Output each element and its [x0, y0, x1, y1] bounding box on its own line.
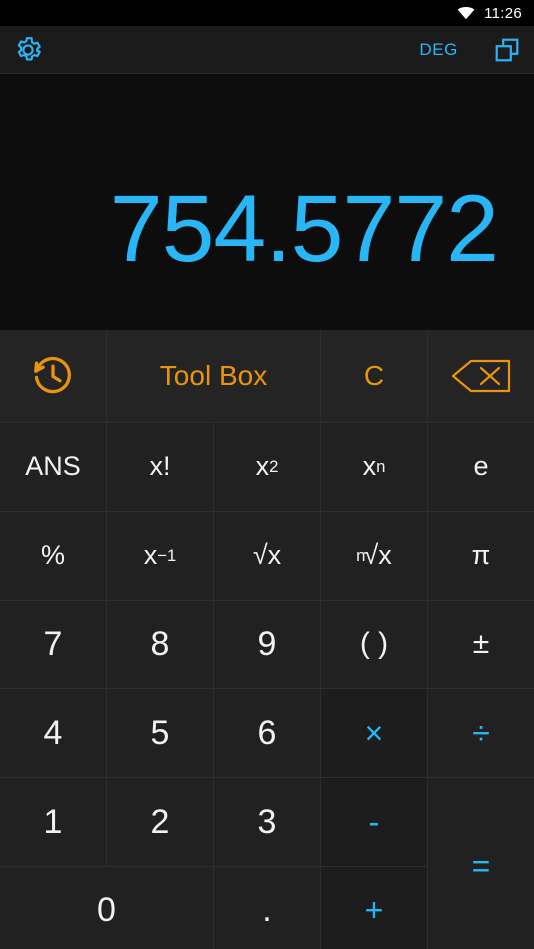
key-percent[interactable]: % — [0, 511, 106, 600]
key-0[interactable]: 0 — [0, 866, 213, 949]
backspace-icon — [450, 356, 512, 396]
key-1[interactable]: 1 — [0, 778, 106, 866]
display-area[interactable]: 754.5772 85÷9+6!+8×π — [0, 74, 534, 329]
tool-box-button[interactable]: Tool Box — [107, 330, 320, 422]
clear-button[interactable]: C — [321, 330, 427, 422]
status-bar: 11:26 — [0, 0, 534, 26]
key-parentheses[interactable]: ( ) — [321, 600, 427, 689]
key-label: x — [255, 451, 270, 482]
key-7[interactable]: 7 — [0, 600, 106, 689]
key-6[interactable]: 6 — [214, 689, 320, 778]
angle-mode-toggle[interactable]: DEG — [419, 40, 458, 60]
key-e[interactable]: e — [428, 423, 534, 511]
wifi-icon — [457, 6, 475, 20]
key-decimal[interactable]: . — [214, 866, 320, 949]
key-2[interactable]: 2 — [107, 778, 213, 866]
key-label: ANS — [25, 451, 81, 482]
key-label: π — [471, 540, 491, 571]
app-bar: DEG — [0, 26, 534, 74]
key-power[interactable]: xn — [321, 423, 427, 511]
key-5[interactable]: 5 — [107, 689, 213, 778]
key-multiply[interactable]: × — [321, 689, 427, 778]
key-minus[interactable]: - — [321, 778, 427, 866]
keypad: Tool Box C ANS x! x2 xn e % x −1 √x n √x π… — [0, 330, 534, 949]
key-label: √x — [252, 540, 282, 571]
key-plus[interactable]: + — [321, 866, 427, 949]
key-sqrt[interactable]: √x — [214, 511, 320, 600]
calculator-app: 11:26 DEG 754.5772 85÷9+6!+8×π — [0, 0, 534, 949]
key-3[interactable]: 3 — [214, 778, 320, 866]
backspace-button[interactable] — [428, 330, 534, 422]
key-label: x! — [149, 451, 171, 482]
key-label: e — [473, 451, 489, 482]
key-divide[interactable]: ÷ — [428, 689, 534, 778]
key-reciprocal[interactable]: x −1 — [107, 511, 213, 600]
key-4[interactable]: 4 — [0, 689, 106, 778]
history-icon — [31, 354, 75, 398]
key-plus-minus[interactable]: ± — [428, 600, 534, 689]
status-bar-clock: 11:26 — [484, 4, 522, 22]
gear-icon[interactable] — [13, 35, 43, 65]
key-label: % — [40, 540, 65, 571]
key-9[interactable]: 9 — [214, 600, 320, 689]
key-label: x — [362, 451, 377, 482]
key-factorial[interactable]: x! — [107, 423, 213, 511]
copy-icon[interactable] — [494, 37, 520, 63]
key-nth-root[interactable]: n √x — [321, 511, 427, 600]
key-ans[interactable]: ANS — [0, 423, 106, 511]
key-label: √x — [363, 540, 392, 571]
key-pi[interactable]: π — [428, 511, 534, 600]
history-button[interactable] — [0, 330, 106, 422]
key-equals[interactable]: = — [428, 778, 534, 949]
key-square[interactable]: x2 — [214, 423, 320, 511]
key-8[interactable]: 8 — [107, 600, 213, 689]
result-value: 754.5772 — [109, 176, 499, 282]
key-label: x — [143, 540, 158, 571]
